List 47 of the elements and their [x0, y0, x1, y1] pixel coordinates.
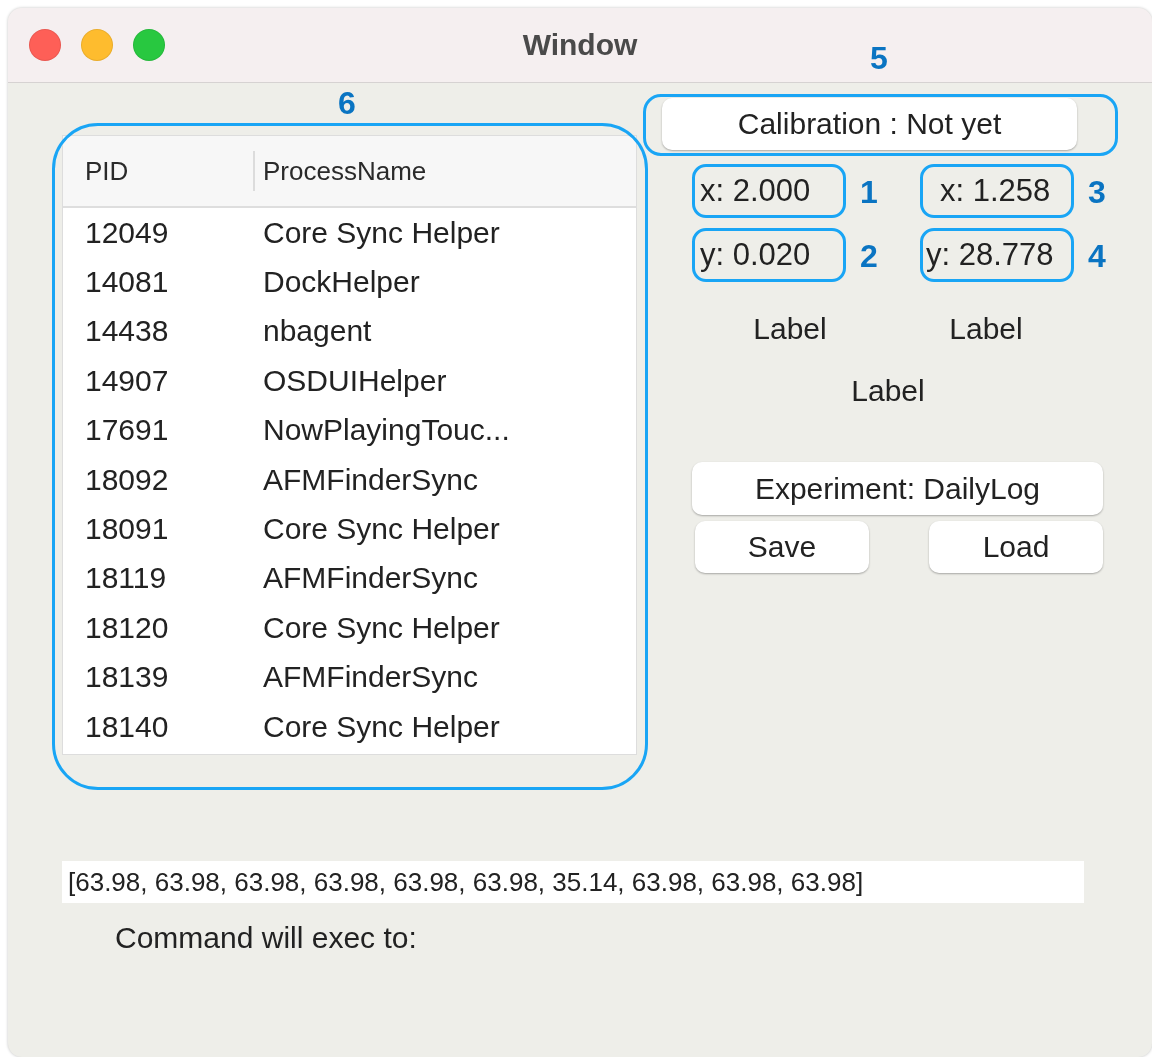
window-title: Window [522, 28, 638, 62]
calibration-button[interactable]: Calibration : Not yet [662, 98, 1077, 150]
save-button[interactable]: Save [695, 521, 869, 573]
table-cell-text: 14081 [84, 265, 170, 300]
table-cell-text: 18139 [84, 660, 170, 695]
text-label: Label [949, 312, 1023, 346]
column-header[interactable]: ProcessName [253, 151, 633, 191]
table-cell-text: DockHelper [262, 265, 421, 300]
table-cell-text: AFMFinderSync [262, 462, 480, 497]
table-cell-text: 17691 [84, 413, 170, 448]
command-label: Command will exec to: [115, 921, 418, 955]
table-cell-text: 18120 [84, 610, 170, 645]
table-cell-text: nbagent [262, 314, 373, 349]
annotation-number: 2 [860, 238, 878, 275]
table-cell-text: 18140 [84, 709, 170, 744]
table-cell-text: Core Sync Helper [262, 215, 501, 250]
close-button[interactable] [29, 29, 61, 61]
table-cell-text: AFMFinderSync [262, 561, 480, 596]
annotation-number: 3 [1088, 174, 1106, 211]
table-cell-text: OSDUIHelper [262, 363, 448, 398]
table-cell-text: Core Sync Helper [262, 610, 501, 645]
annotation-number: 6 [338, 85, 356, 122]
table-cell-text: 18092 [84, 462, 170, 497]
table-cell-text: 14438 [84, 314, 170, 349]
table-cell-text: Core Sync Helper [262, 709, 501, 744]
values-field[interactable]: [63.98, 63.98, 63.98, 63.98, 63.98, 63.98, 35.14, 63.98, 63.98, 63.98] [62, 861, 1084, 903]
text-label: Label [753, 312, 827, 346]
annotation-number: 5 [870, 40, 888, 77]
table-cell-text: 18091 [84, 512, 170, 547]
table-cell-text: 14907 [84, 363, 170, 398]
minimize-button[interactable] [81, 29, 113, 61]
table-cell-text: 18119 [84, 561, 168, 596]
table-cell-text: AFMFinderSync [262, 660, 480, 695]
text-label: Label [851, 374, 925, 408]
table-cell-text: Core Sync Helper [262, 512, 501, 547]
annotation-number: 1 [860, 174, 878, 211]
zoom-button[interactable] [133, 29, 165, 61]
load-button[interactable]: Load [929, 521, 1103, 573]
coordinate-label: y: 0.020 [700, 236, 811, 274]
table-cell-text: 12049 [84, 215, 170, 250]
table-cell-text: NowPlayingTouc... [262, 413, 511, 448]
experiment-button[interactable]: Experiment: DailyLog [692, 462, 1103, 515]
coordinate-label: y: 28.778 [926, 236, 1054, 274]
annotation-number: 4 [1088, 238, 1106, 275]
coordinate-label: x: 2.000 [700, 172, 811, 210]
coordinate-label: x: 1.258 [940, 172, 1051, 210]
column-header[interactable]: PID [63, 155, 253, 187]
